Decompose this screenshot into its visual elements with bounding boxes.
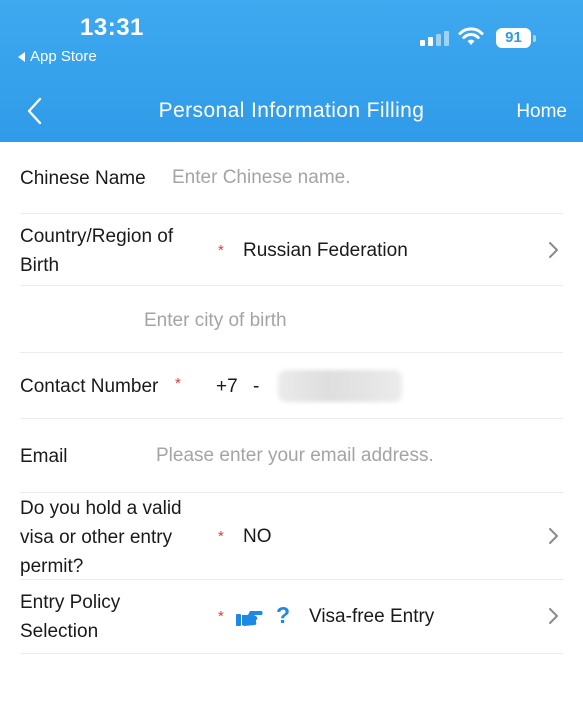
entry-policy-label: Entry Policy Selection: [20, 592, 121, 642]
phone-number-input[interactable]: [278, 370, 402, 402]
country-code[interactable]: +7: [216, 376, 238, 398]
chevron-right-icon: [549, 608, 558, 624]
contact-number-row: Contact Number * +7 -: [20, 353, 563, 419]
back-app-label: App Store: [30, 48, 97, 65]
signal-icon: [420, 30, 450, 46]
email-label: Email: [20, 446, 68, 467]
country-of-birth-value[interactable]: Russian Federation: [243, 240, 408, 262]
city-of-birth-input[interactable]: Enter city of birth: [144, 310, 287, 332]
home-button[interactable]: Home: [516, 101, 567, 123]
chinese-name-row: Chinese Name Enter Chinese name.: [20, 142, 563, 214]
chevron-right-icon: [549, 528, 558, 544]
visa-row[interactable]: Do you hold a valid visa or other entry …: [20, 493, 563, 580]
country-of-birth-row[interactable]: Country/Region of Birth * Russian Federa…: [20, 214, 563, 286]
code-separator: -: [253, 376, 260, 397]
battery-icon: 91: [496, 28, 536, 48]
chevron-right-icon: [549, 242, 558, 258]
chinese-name-input[interactable]: Enter Chinese name.: [172, 167, 351, 189]
chevron-back-icon[interactable]: [22, 96, 50, 126]
email-row: Email Please enter your email address.: [20, 419, 563, 493]
required-asterisk: *: [218, 242, 224, 259]
email-input[interactable]: Please enter your email address.: [156, 445, 434, 467]
visa-value[interactable]: NO: [243, 526, 272, 548]
page-title: Personal Information Filling: [158, 99, 425, 122]
back-arrow-icon: [18, 51, 25, 62]
visa-label: Do you hold a valid visa or other entry …: [20, 498, 182, 577]
country-of-birth-label: Country/Region of Birth: [20, 226, 174, 276]
contact-number-label: Contact Number: [20, 376, 159, 397]
entry-policy-row[interactable]: Entry Policy Selection * ? Visa-free Ent…: [20, 580, 563, 654]
chinese-name-label: Chinese Name: [20, 168, 146, 189]
back-to-app-store[interactable]: App Store: [18, 48, 97, 65]
wifi-icon: [458, 27, 484, 45]
header: 13:31 App Store 91 Personal Information …: [0, 0, 583, 142]
battery-level: 91: [496, 28, 531, 48]
help-icon[interactable]: ?: [276, 602, 290, 629]
pointing-hand-icon[interactable]: [234, 606, 264, 628]
required-asterisk: *: [218, 608, 224, 625]
required-asterisk: *: [218, 528, 224, 545]
entry-policy-value[interactable]: Visa-free Entry: [309, 606, 434, 628]
status-time: 13:31: [80, 14, 144, 41]
required-asterisk: *: [175, 375, 181, 392]
city-of-birth-row: Enter city of birth: [20, 286, 563, 353]
